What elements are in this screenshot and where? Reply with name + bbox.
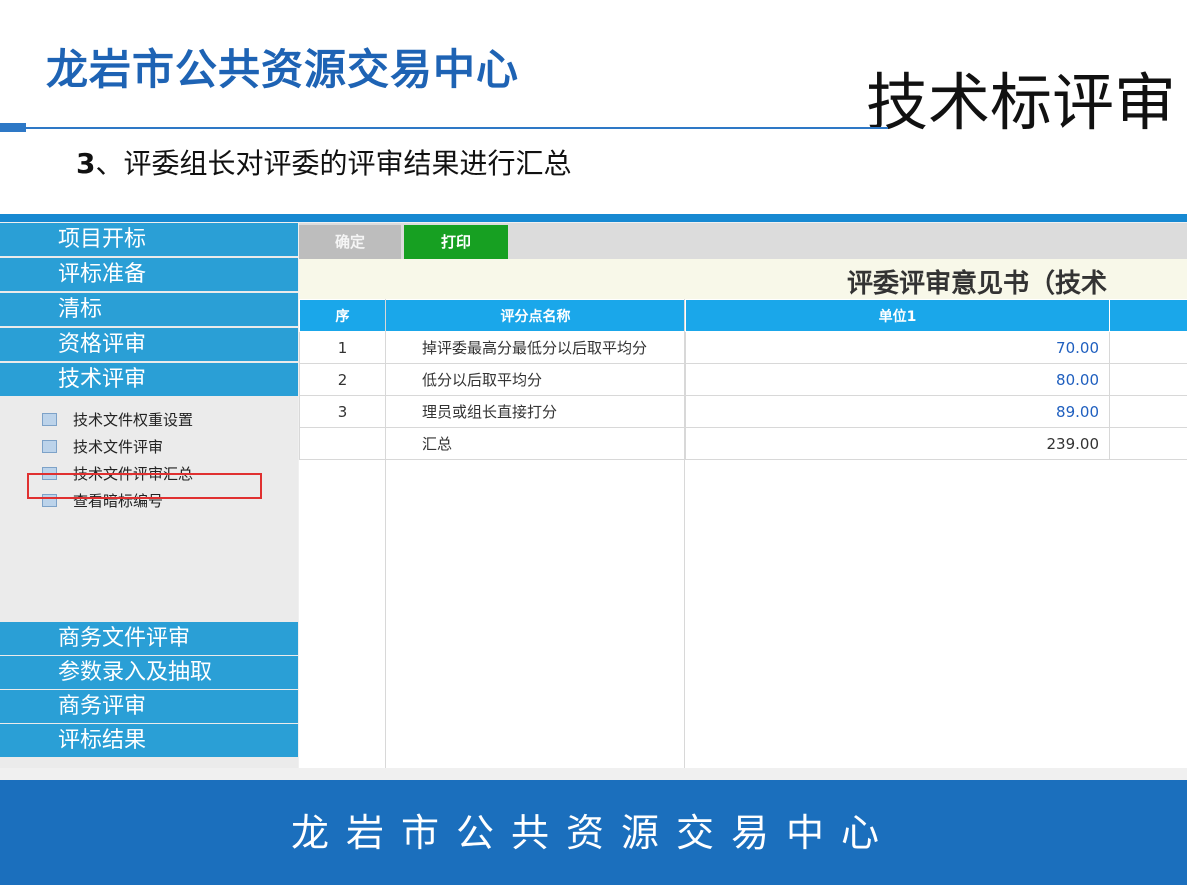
column-header-scoring-point: 评分点名称 [385,299,686,332]
footer-bar: 龙岩市公共资源交易中心 [0,780,1187,885]
extra-cell [1109,363,1187,396]
form-title-bar: 评委评审意见书（技术 [299,259,1187,299]
column-header-unit1: 单位1 [685,299,1110,332]
selected-item-highlight [27,473,262,499]
sub-item-technical-file-review[interactable]: 技术文件评审 [42,435,163,459]
sidebar-item-bid-opening[interactable]: 项目开标 [0,223,298,256]
sub-item-weight-settings[interactable]: 技术文件权重设置 [42,408,193,432]
row-index [299,427,386,460]
form-title: 评委评审意见书（技术 [847,269,1108,299]
sidebar: 项目开标 评标准备 清标 资格评审 技术评审 技术文件权重设置 技术文件评审 技… [0,223,298,768]
document-icon [42,413,57,426]
column-header-extra [1109,299,1187,332]
table-total-row: 汇总 239.00 [299,427,1187,460]
row-index: 1 [299,331,386,364]
unit1-score: 80.00 [685,363,1110,396]
step-number: 3 [76,147,96,180]
sub-item-label: 技术文件权重设置 [73,411,194,429]
sidebar-item-technical-review[interactable]: 技术评审 [0,363,298,396]
extra-cell [1109,331,1187,364]
step-description: 3、评委组长对评委的评审结果进行汇总 [76,142,572,182]
table-header-row: 序 评分点名称 单位1 [299,299,1187,332]
evaluation-app-window: 项目开标 评标准备 清标 资格评审 技术评审 技术文件权重设置 技术文件评审 技… [0,214,1187,780]
sidebar-item-evaluation-results[interactable]: 评标结果 [0,724,298,757]
sidebar-item-parameter-entry[interactable]: 参数录入及抽取 [0,656,298,689]
organization-title: 龙岩市公共资源交易中心 [46,45,520,94]
table-row[interactable]: 3 理员或组长直接打分 89.00 [299,395,1187,428]
unit1-score: 70.00 [685,331,1110,364]
scoring-point-name: 掉评委最高分最低分以后取平均分 [385,331,686,364]
scoring-point-name: 低分以后取平均分 [385,363,686,396]
column-divider [385,299,386,768]
column-divider [684,299,685,768]
sidebar-item-business-file-review[interactable]: 商务文件评审 [0,622,298,655]
sidebar-item-evaluation-prep[interactable]: 评标准备 [0,258,298,291]
score-table: 序 评分点名称 单位1 1 掉评委最高分最低分以后取平均分 70.00 2 低分… [299,299,1187,460]
sub-item-label: 技术文件评审 [73,438,164,456]
print-button[interactable]: 打印 [404,225,508,259]
table-row[interactable]: 2 低分以后取平均分 80.00 [299,363,1187,396]
footer-text: 龙岩市公共资源交易中心 [290,811,896,855]
extra-cell [1109,395,1187,428]
header-divider-accent [0,123,26,132]
step-text: 、评委组长对评委的评审结果进行汇总 [95,147,572,180]
row-index: 2 [299,363,386,396]
sidebar-item-business-review[interactable]: 商务评审 [0,690,298,723]
header-divider [0,127,888,129]
scoring-point-name: 理员或组长直接打分 [385,395,686,428]
confirm-button[interactable]: 确定 [299,225,401,259]
row-index: 3 [299,395,386,428]
main-panel: 确定 打印 评委评审意见书（技术 序 评分点名称 单位1 1 掉评委最高分最低分… [299,223,1187,768]
extra-cell [1109,427,1187,460]
sidebar-item-qualification-review[interactable]: 资格评审 [0,328,298,361]
unit1-score: 89.00 [685,395,1110,428]
document-icon [42,440,57,453]
slide-title: 技术标评审 [866,66,1177,139]
sidebar-item-bid-clearing[interactable]: 清标 [0,293,298,326]
app-top-bar [0,214,1187,222]
table-row[interactable]: 1 掉评委最高分最低分以后取平均分 70.00 [299,331,1187,364]
total-value: 239.00 [685,427,1110,460]
column-header-index: 序 [299,299,386,332]
total-label: 汇总 [385,427,686,460]
toolbar: 确定 打印 [299,223,1187,259]
